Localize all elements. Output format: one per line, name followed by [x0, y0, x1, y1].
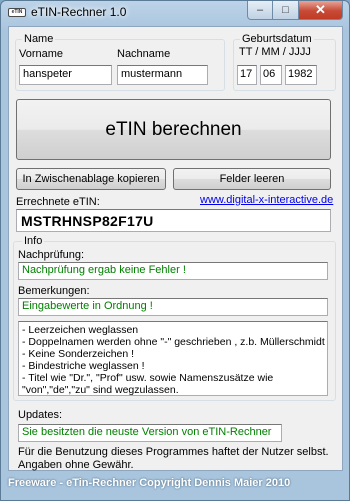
- clear-fields-button[interactable]: Felder leeren: [173, 168, 331, 190]
- check-label: Nachprüfung:: [18, 249, 85, 261]
- disclaimer-line: Für die Benutzung dieses Programmes haft…: [18, 446, 329, 458]
- note-line: - Titel wie "Dr.", "Prof" usw. sowie Nam…: [22, 372, 274, 384]
- note-line: "von","de","zu" sind wegzulassen.: [22, 384, 179, 396]
- note-line: - Doppelnamen werden ohne "-" geschriebe…: [22, 336, 325, 348]
- note-line: - Bindestriche weglassen !: [22, 360, 145, 372]
- result-label: Errechnete eTIN:: [16, 196, 100, 208]
- title-bar[interactable]: eTIN eTIN-Rechner 1.0 – □ ✕: [1, 1, 349, 25]
- year-input[interactable]: 1982: [285, 65, 317, 85]
- minimize-icon: –: [256, 4, 264, 16]
- copy-to-clipboard-button[interactable]: In Zwischenablage kopieren: [16, 168, 166, 190]
- app-icon: eTIN: [8, 8, 26, 17]
- notes-textarea[interactable]: - Leerzeichen weglassen - Doppelnamen we…: [18, 321, 328, 396]
- nachname-input[interactable]: mustermann: [117, 65, 208, 85]
- updates-label: Updates:: [18, 409, 63, 421]
- close-button[interactable]: ✕: [299, 1, 343, 20]
- window-title: eTIN-Rechner 1.0: [31, 5, 127, 19]
- disclaimer-line: Angaben ohne Gewähr.: [18, 459, 134, 471]
- birthdate-group-legend: Geburtsdatum: [240, 33, 314, 45]
- etin-result-field[interactable]: MSTRHNSP82F17U: [16, 209, 331, 232]
- copyright-text: Freeware - eTin-Rechner Copyright Dennis…: [8, 477, 291, 489]
- website-link[interactable]: www.digital-x-interactive.de: [200, 194, 333, 206]
- vorname-label: Vorname: [19, 48, 64, 60]
- updates-field[interactable]: Sie besitzten die neuste Version von eTI…: [18, 424, 282, 442]
- minimize-button[interactable]: –: [247, 1, 273, 20]
- remarks-field[interactable]: Eingabewerte in Ordnung !: [18, 298, 328, 316]
- date-format-label: TT / MM / JJJJ: [239, 46, 311, 58]
- status-bar: Freeware - eTin-Rechner Copyright Dennis…: [2, 473, 348, 495]
- maximize-icon: □: [282, 4, 289, 16]
- disclaimer-text: Für die Benutzung dieses Programmes haft…: [18, 446, 329, 472]
- note-line: - Leerzeichen weglassen: [22, 324, 139, 336]
- close-icon: ✕: [315, 2, 326, 17]
- month-input[interactable]: 06: [260, 65, 282, 85]
- note-line: - Keine Sonderzeichen !: [22, 348, 135, 360]
- vorname-input[interactable]: hanspeter: [19, 65, 112, 85]
- day-input[interactable]: 17: [237, 65, 257, 85]
- maximize-button[interactable]: □: [273, 1, 299, 20]
- calculate-etin-button[interactable]: eTIN berechnen: [16, 99, 331, 160]
- check-result-field[interactable]: Nachprüfung ergab keine Fehler !: [18, 262, 328, 280]
- window-controls: – □ ✕: [247, 1, 343, 20]
- app-window: eTIN eTIN-Rechner 1.0 – □ ✕ Name Vorname…: [0, 0, 350, 501]
- nachname-label: Nachname: [117, 48, 171, 60]
- name-group-legend: Name: [22, 33, 56, 45]
- info-group-legend: Info: [22, 235, 45, 247]
- remarks-label: Bemerkungen:: [18, 285, 90, 297]
- client-area: Name Vorname Nachname hanspeter musterma…: [8, 26, 343, 471]
